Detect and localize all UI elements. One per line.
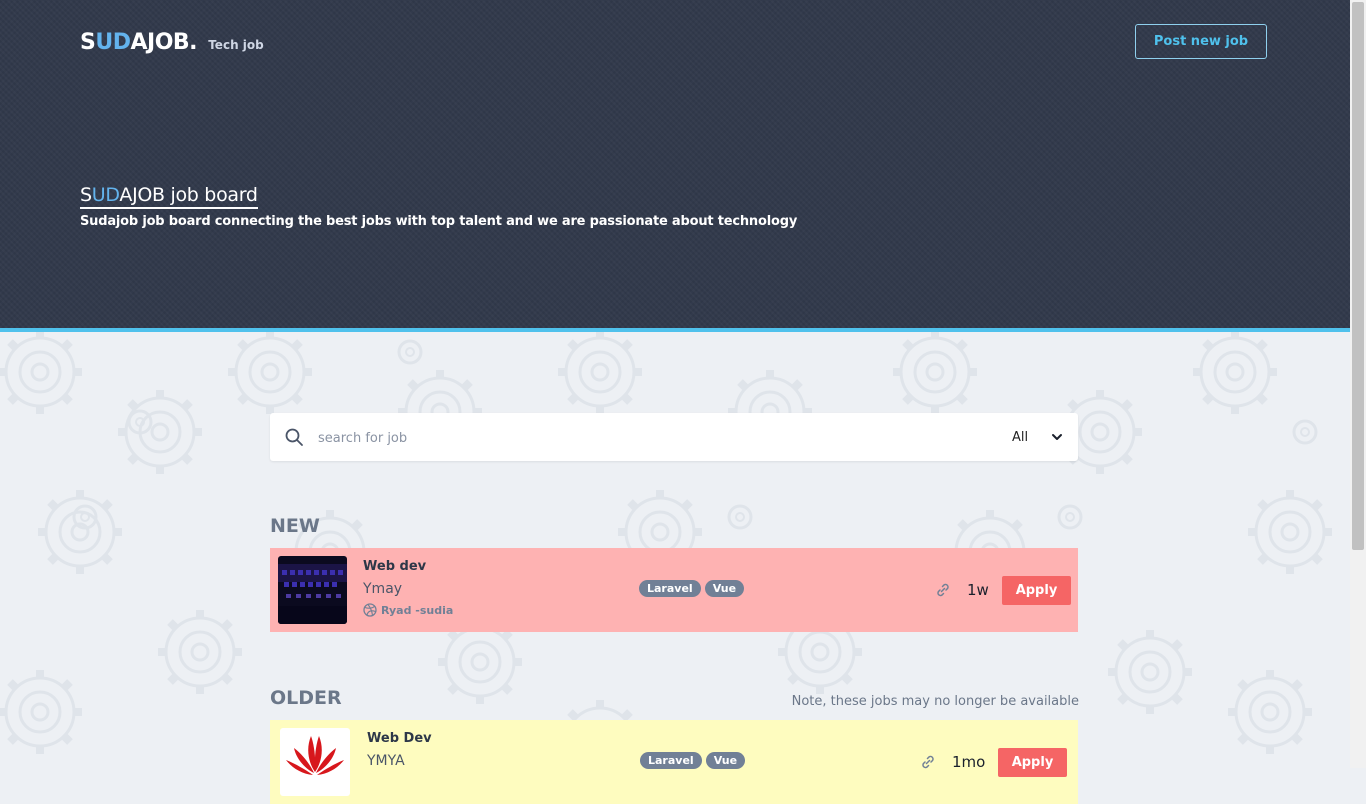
link-icon[interactable]	[935, 582, 951, 598]
job-age: 1w	[967, 581, 989, 599]
job-type-select[interactable]: All	[1012, 425, 1068, 449]
title-text-start: S	[80, 184, 92, 206]
logo-tagline: Tech job	[208, 38, 264, 52]
job-company: Ymay	[363, 581, 403, 597]
logo-text-end: AJOB.	[130, 30, 198, 55]
job-thumbnail	[280, 728, 350, 796]
tag-pill[interactable]: Laravel	[639, 580, 701, 597]
job-company: YMYA	[367, 753, 405, 769]
title-text-end: AJOB job board	[119, 184, 258, 206]
job-tags: Laravel Vue	[640, 752, 746, 769]
site-logo[interactable]: SUDAJOB. Tech job	[80, 30, 264, 55]
older-jobs-note: Note, these jobs may no longer be availa…	[791, 694, 1079, 709]
search-input[interactable]	[316, 425, 960, 451]
apply-button[interactable]: Apply	[1002, 576, 1071, 605]
scrollbar-thumb[interactable]	[1352, 2, 1364, 550]
job-age: 1mo	[952, 753, 986, 771]
job-card[interactable]: Web dev Ymay Ryad -sudia Laravel Vue 1w …	[270, 548, 1078, 632]
apply-button[interactable]: Apply	[998, 748, 1067, 777]
job-tags: Laravel Vue	[639, 580, 745, 597]
job-poster[interactable]: Ryad -sudia	[363, 603, 453, 617]
tag-pill[interactable]: Laravel	[640, 752, 702, 769]
job-title[interactable]: Web dev	[363, 559, 426, 574]
job-thumbnail	[278, 556, 347, 624]
poster-name: Ryad -sudia	[381, 603, 454, 617]
logo-text-highlight: UD	[95, 30, 131, 55]
section-title-new: NEW	[270, 515, 320, 537]
chevron-down-icon	[1052, 434, 1062, 440]
page-title: SUDAJOB job board	[80, 184, 258, 209]
hero-header: SUDAJOB. Tech job Post new job SUDAJOB j…	[0, 0, 1350, 332]
page-subtitle: Sudajob job board connecting the best jo…	[80, 214, 798, 229]
job-card[interactable]: Web Dev YMYA Laravel Vue 1mo Apply	[270, 720, 1078, 804]
section-title-older: OLDER	[270, 687, 342, 709]
search-icon	[285, 428, 303, 446]
search-bar: All	[270, 413, 1078, 461]
post-new-job-button[interactable]: Post new job	[1135, 24, 1267, 59]
logo-text-start: S	[80, 30, 96, 55]
select-value: All	[1012, 429, 1029, 445]
job-title[interactable]: Web Dev	[367, 731, 432, 746]
dribbble-icon	[363, 603, 377, 617]
title-text-highlight: UD	[91, 184, 120, 206]
tag-pill[interactable]: Vue	[705, 752, 746, 769]
tag-pill[interactable]: Vue	[704, 580, 745, 597]
